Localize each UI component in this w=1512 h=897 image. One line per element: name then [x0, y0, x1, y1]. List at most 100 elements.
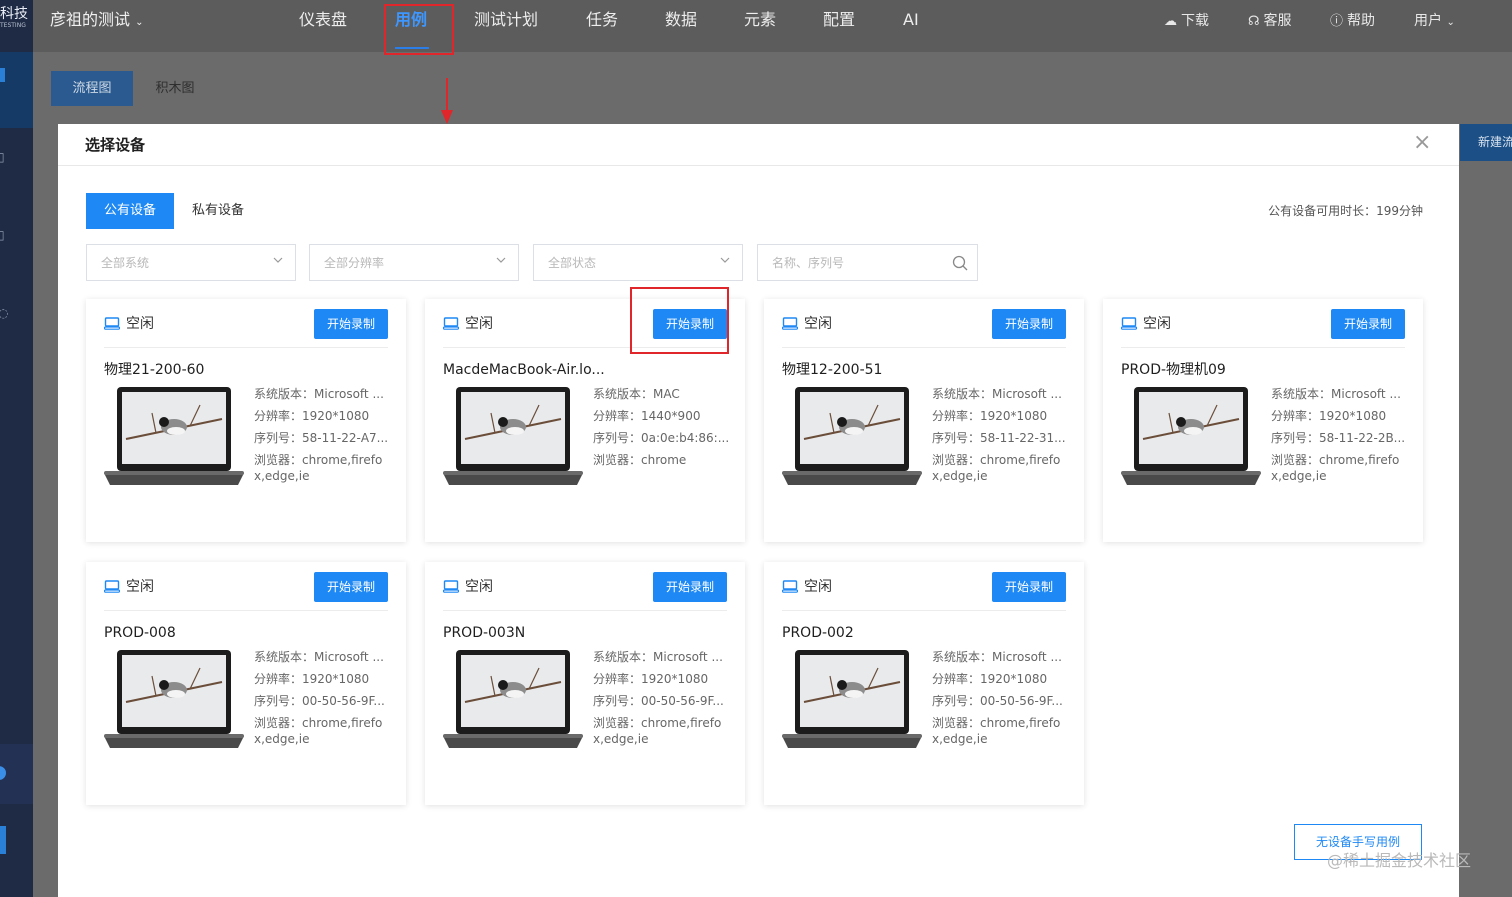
- device-status: 空闲: [781, 315, 832, 333]
- start-recording-button[interactable]: 开始录制: [992, 309, 1066, 339]
- device-card[interactable]: 空闲 开始录制 PROD-002 系统版本：Microsoft ... 分辨率：…: [764, 562, 1084, 805]
- nav-item-testplan[interactable]: 测试计划: [474, 10, 538, 30]
- avatar-icon: [0, 766, 6, 780]
- spec-os-label: 系统版本：: [1271, 387, 1332, 401]
- spec-browser-value: chrome,firefo: [302, 716, 383, 730]
- help-circle-icon: ⓘ: [1330, 14, 1344, 29]
- spec-resolution-label: 分辨率：: [593, 409, 642, 423]
- spec-os-value: Microsoft ...: [992, 387, 1062, 401]
- close-icon[interactable]: ×: [1413, 131, 1431, 155]
- device-status-text: 空闲: [804, 579, 832, 595]
- start-recording-button[interactable]: 开始录制: [314, 309, 388, 339]
- nav-item-tasks[interactable]: 任务: [586, 10, 618, 30]
- project-selector[interactable]: 彦祖的测试 ⌄: [50, 10, 144, 33]
- spec-os: 系统版本：Microsoft ...: [254, 386, 394, 402]
- device-name: 物理12-200-51: [782, 362, 883, 378]
- watermark: @稀土掘金技术社区: [1327, 851, 1472, 870]
- spec-os-label: 系统版本：: [932, 387, 993, 401]
- spec-serial-label: 序列号：: [932, 694, 981, 708]
- tab-private-devices[interactable]: 私有设备: [182, 193, 254, 229]
- annotation-arrow-head: [441, 110, 453, 124]
- spec-browser-more: x,edge,ie: [593, 732, 649, 746]
- start-recording-button[interactable]: 开始录制: [992, 572, 1066, 602]
- sidebar-item-icon[interactable]: ▯: [0, 150, 5, 164]
- spec-os-label: 系统版本：: [254, 650, 315, 664]
- spec-browser: 浏览器：chrome,firefo x,edge,ie: [1271, 452, 1411, 484]
- spec-browser-label: 浏览器：: [254, 716, 303, 730]
- sidebar-item-active[interactable]: [0, 52, 33, 128]
- spec-os-value: MAC: [653, 387, 680, 401]
- start-recording-button[interactable]: 开始录制: [653, 572, 727, 602]
- download-link[interactable]: ☁ 下载: [1164, 12, 1209, 31]
- device-card[interactable]: 空闲 开始录制 PROD-008 系统版本：Microsoft ... 分辨率：…: [86, 562, 406, 805]
- spec-serial-value: 00-50-56-9F...: [980, 694, 1063, 708]
- spec-os-label: 系统版本：: [254, 387, 315, 401]
- card-divider: [104, 610, 388, 611]
- new-flow-button[interactable]: 新建流: [1460, 124, 1512, 161]
- spec-browser-value: chrome: [641, 453, 687, 467]
- spec-browser-value: chrome,firefo: [980, 716, 1061, 730]
- sidebar-bottom-item[interactable]: [0, 744, 33, 804]
- device-search-input[interactable]: 名称、序列号: [757, 244, 978, 281]
- nav-item-dashboard[interactable]: 仪表盘: [299, 10, 347, 30]
- nav-item-elements[interactable]: 元素: [744, 10, 776, 30]
- dialog-title: 选择设备: [85, 136, 146, 154]
- device-name: PROD-002: [782, 625, 854, 641]
- system-filter-select[interactable]: 全部系统: [86, 244, 296, 281]
- spec-browser-value: chrome,firefo: [302, 453, 383, 467]
- spec-serial-label: 序列号：: [593, 694, 642, 708]
- sidebar-item-icon[interactable]: ◌: [0, 306, 8, 320]
- spec-resolution-label: 分辨率：: [1271, 409, 1320, 423]
- spec-os-label: 系统版本：: [932, 650, 993, 664]
- card-divider: [1121, 347, 1405, 348]
- help-link[interactable]: ⓘ 帮助: [1330, 12, 1375, 31]
- sidebar-collapse-handle[interactable]: [0, 826, 6, 854]
- chevron-down-icon: ⌄: [135, 17, 144, 28]
- spec-serial-value: 58-11-22-31...: [980, 431, 1066, 445]
- service-label: 客服: [1263, 13, 1292, 29]
- chevron-down-icon: [720, 257, 730, 263]
- spec-serial-value: 58-11-22-A7...: [302, 431, 389, 445]
- service-link[interactable]: ☊ 客服: [1248, 12, 1292, 31]
- spec-serial-label: 序列号：: [1271, 431, 1320, 445]
- nav-item-ai[interactable]: AI: [903, 10, 919, 30]
- spec-resolution-value: 1920*1080: [302, 409, 370, 423]
- spec-resolution-value: 1920*1080: [302, 672, 370, 686]
- tab-flowchart[interactable]: 流程图: [51, 71, 133, 106]
- spec-resolution-value: 1920*1080: [980, 672, 1048, 686]
- device-status: 空闲: [103, 578, 154, 596]
- device-card[interactable]: 空闲 开始录制 物理12-200-51 系统版本：Microsoft ... 分…: [764, 299, 1084, 542]
- tab-public-devices[interactable]: 公有设备: [86, 193, 174, 229]
- spec-browser-more: x,edge,ie: [932, 469, 988, 483]
- nav-item-data[interactable]: 数据: [665, 10, 697, 30]
- spec-os-value: Microsoft ...: [992, 650, 1062, 664]
- device-card[interactable]: 空闲 开始录制 PROD-物理机09 系统版本：Microsoft ... 分辨…: [1103, 299, 1423, 542]
- spec-os-value: Microsoft ...: [314, 387, 384, 401]
- spec-serial-label: 序列号：: [932, 431, 981, 445]
- user-menu[interactable]: 用户 ⌄: [1414, 12, 1455, 32]
- device-card[interactable]: 空闲 开始录制 PROD-003N 系统版本：Microsoft ... 分辨率…: [425, 562, 745, 805]
- spec-browser-more: x,edge,ie: [254, 469, 310, 483]
- spec-resolution-value: 1920*1080: [641, 672, 709, 686]
- sidebar-item-icon[interactable]: ▯: [0, 228, 5, 242]
- spec-resolution-value: 1920*1080: [1319, 409, 1387, 423]
- nav-item-config[interactable]: 配置: [823, 10, 855, 30]
- device-card[interactable]: 空闲 开始录制 物理21-200-60 系统版本：Microsoft ... 分…: [86, 299, 406, 542]
- annotation-highlight-record: [630, 287, 729, 354]
- search-icon[interactable]: [952, 255, 968, 271]
- start-recording-button[interactable]: 开始录制: [1331, 309, 1405, 339]
- device-status-text: 空闲: [1143, 316, 1171, 332]
- headset-icon: ☊: [1248, 14, 1260, 29]
- left-sidebar: 科技 TESTING ▯ ▯ ◌: [0, 0, 33, 897]
- laptop-thumbnail: [782, 387, 922, 485]
- device-icon: [442, 580, 460, 593]
- status-filter-select[interactable]: 全部状态: [533, 244, 743, 281]
- spec-serial: 序列号：58-11-22-31...: [932, 430, 1072, 446]
- spec-browser-value: chrome,firefo: [980, 453, 1061, 467]
- tab-blocks[interactable]: 积木图: [142, 71, 208, 106]
- start-recording-button[interactable]: 开始录制: [314, 572, 388, 602]
- resolution-filter-select[interactable]: 全部分辨率: [309, 244, 519, 281]
- dialog-divider: [58, 165, 1459, 166]
- annotation-highlight-nav: [384, 4, 454, 55]
- device-name: 物理21-200-60: [104, 362, 205, 378]
